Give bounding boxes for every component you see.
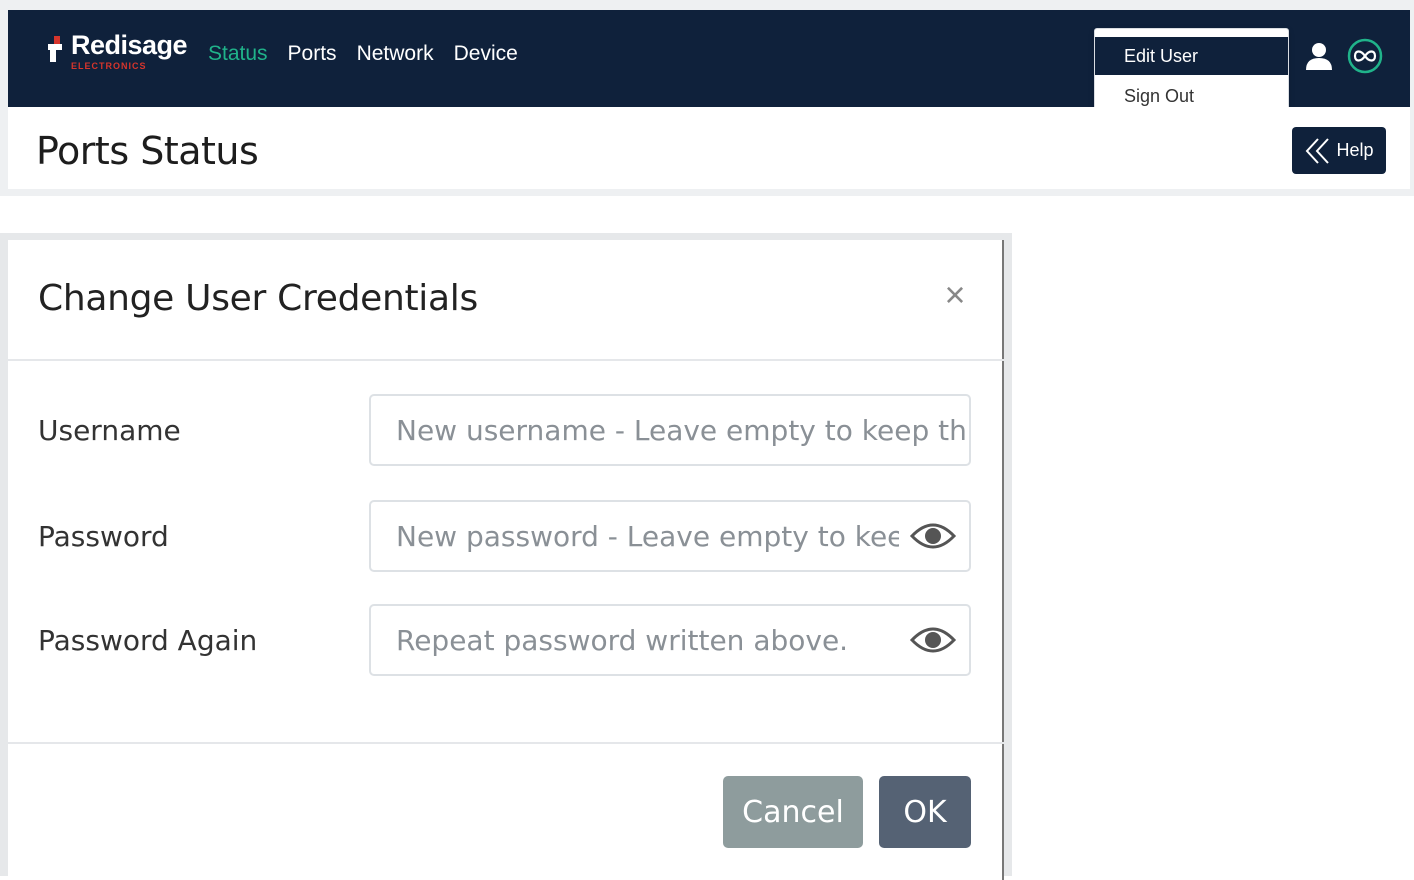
credentials-modal: Change User Credentials × Username Passw…: [8, 240, 1004, 880]
username-input[interactable]: [371, 396, 969, 464]
ok-button[interactable]: OK: [879, 776, 971, 848]
page-header: Ports Status Help: [8, 107, 1410, 189]
password-again-input[interactable]: [371, 606, 969, 674]
double-chevron-left-icon: [1306, 137, 1330, 164]
password-input[interactable]: [371, 502, 969, 570]
help-label: Help: [1336, 140, 1374, 160]
username-label: Username: [38, 414, 181, 447]
user-icon[interactable]: [1300, 37, 1338, 75]
close-icon[interactable]: ×: [940, 277, 970, 313]
nav-network[interactable]: Network: [357, 42, 434, 66]
modal-title: Change User Credentials: [38, 278, 478, 319]
password-again-label: Password Again: [38, 624, 258, 657]
eye-icon[interactable]: [910, 520, 956, 552]
modal-footer-divider: [8, 742, 1004, 744]
password-label: Password: [38, 520, 169, 553]
nav-device[interactable]: Device: [454, 42, 518, 66]
nav-status[interactable]: Status: [208, 42, 268, 66]
page-title: Ports Status: [36, 129, 259, 173]
help-button[interactable]: Help: [1292, 127, 1386, 174]
logo-mark-icon: [48, 36, 62, 62]
modal-header-divider: [8, 359, 1004, 361]
menu-item-edit-user[interactable]: Edit User: [1095, 37, 1288, 75]
cancel-button[interactable]: Cancel: [723, 776, 863, 848]
nav-ports[interactable]: Ports: [288, 42, 337, 66]
eye-icon[interactable]: [910, 624, 956, 656]
brand-name: Redisage: [71, 30, 188, 60]
brand-subtitle: ELECTRONICS: [71, 61, 147, 71]
main-nav: Status Ports Network Device: [208, 42, 538, 66]
password-field-wrap: [369, 500, 971, 572]
infinity-icon[interactable]: [1346, 37, 1384, 75]
username-field-wrap: [369, 394, 971, 466]
brand-logo[interactable]: Redisage ELECTRONICS: [46, 30, 206, 78]
password-again-field-wrap: [369, 604, 971, 676]
